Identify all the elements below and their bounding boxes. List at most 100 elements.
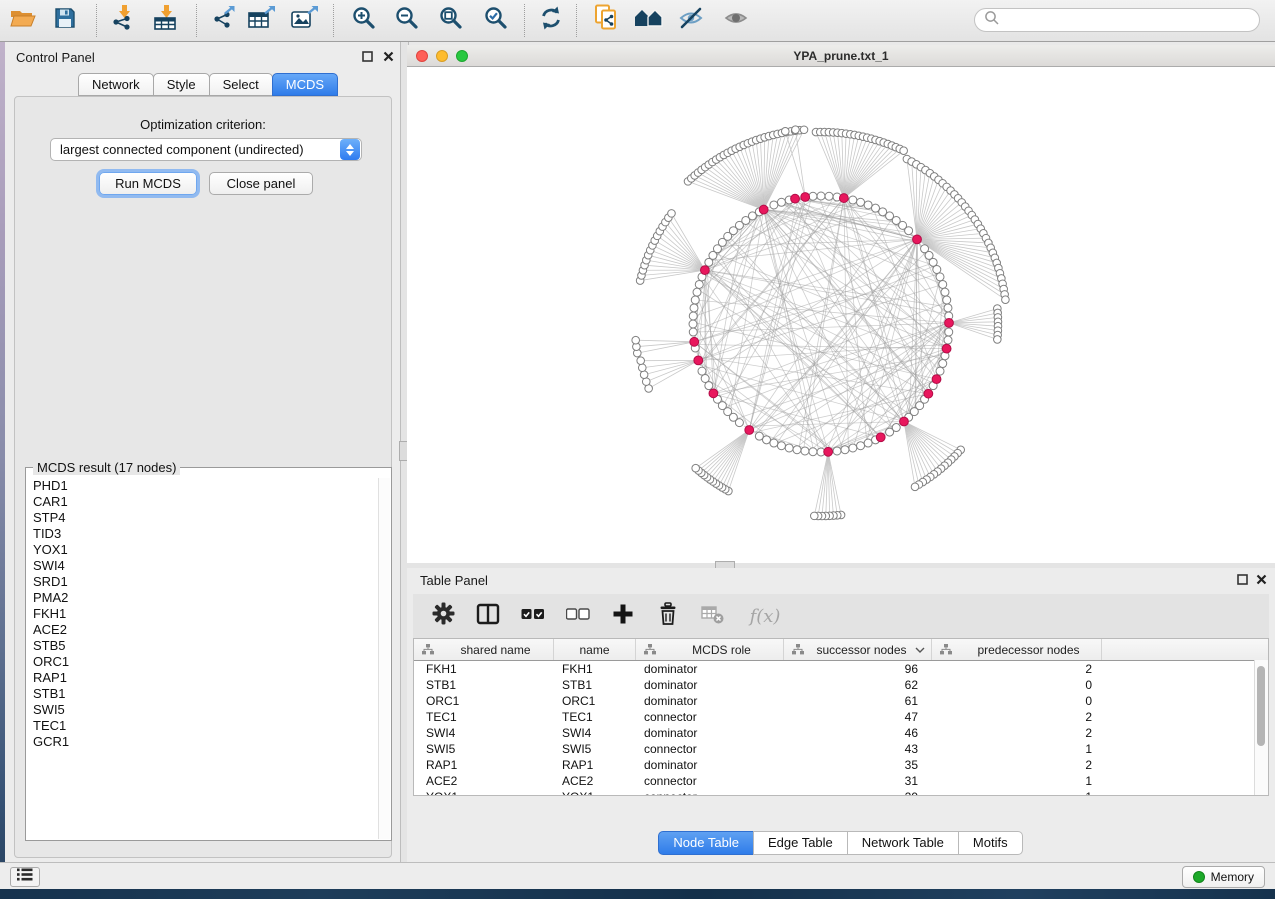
mcds-result-item[interactable]: PHD1	[33, 478, 379, 494]
close-panel-button[interactable]	[382, 50, 394, 62]
table-row[interactable]: ACE2ACE2connector311	[414, 773, 1268, 789]
search-input[interactable]	[1005, 12, 1259, 29]
zoom-out-icon	[394, 5, 420, 36]
column-header-predecessor-nodes[interactable]: predecessor nodes	[932, 639, 1102, 660]
deselect-all-button[interactable]	[564, 602, 592, 630]
mcds-list-scrollbar[interactable]	[378, 478, 390, 839]
tab-select[interactable]: Select	[209, 73, 273, 96]
table-row[interactable]: ORC1ORC1dominator610	[414, 693, 1268, 709]
mcds-result-list[interactable]: PHD1CAR1STP4TID3YOX1SWI4SRD1PMA2FKH1ACE2…	[27, 478, 379, 839]
network-titlebar[interactable]: YPA_prune.txt_1	[407, 45, 1275, 67]
mcds-result-item[interactable]: PMA2	[33, 590, 379, 606]
tab-node-table[interactable]: Node Table	[658, 831, 754, 855]
network-graph[interactable]	[407, 66, 1275, 563]
mcds-result-item[interactable]: ACE2	[33, 622, 379, 638]
mcds-result-item[interactable]: SWI5	[33, 702, 379, 718]
tab-motifs[interactable]: Motifs	[958, 831, 1023, 855]
zoom-out-button[interactable]	[389, 2, 425, 38]
checked-boxes-icon	[521, 607, 545, 626]
import-table-button[interactable]	[148, 2, 184, 38]
mcds-result-item[interactable]: CAR1	[33, 494, 379, 510]
status-bar: Memory	[0, 862, 1275, 889]
mcds-result-item[interactable]: FKH1	[33, 606, 379, 622]
column-header-MCDS-role[interactable]: MCDS role	[636, 639, 784, 660]
table-row[interactable]: RAP1RAP1dominator352	[414, 757, 1268, 773]
cell: STB1	[554, 678, 636, 692]
cell: dominator	[636, 726, 784, 740]
table-settings-button[interactable]	[429, 602, 457, 630]
mcds-result-title: MCDS result (17 nodes)	[33, 460, 180, 475]
open-file-button[interactable]	[4, 2, 40, 38]
mcds-result-item[interactable]: STB5	[33, 638, 379, 654]
node-table[interactable]: shared namenameMCDS rolesuccessor nodesp…	[413, 638, 1269, 796]
mcds-result-item[interactable]: TID3	[33, 526, 379, 542]
tab-network[interactable]: Network	[78, 73, 154, 96]
table-toolbar: f(x)	[413, 594, 1269, 638]
float-panel-button[interactable]	[361, 50, 373, 62]
delete-column-button[interactable]	[654, 602, 682, 630]
run-mcds-button[interactable]: Run MCDS	[99, 172, 197, 195]
table-row[interactable]: TEC1TEC1connector472	[414, 709, 1268, 725]
mcds-result-item[interactable]: RAP1	[33, 670, 379, 686]
search-field[interactable]	[974, 8, 1260, 32]
cell: 1	[932, 790, 1102, 796]
mcds-result-item[interactable]: SRD1	[33, 574, 379, 590]
refresh-icon	[538, 5, 564, 36]
export-network-button[interactable]	[207, 2, 243, 38]
mcds-result-item[interactable]: STB1	[33, 686, 379, 702]
table-scrollbar[interactable]	[1254, 660, 1268, 795]
network-window-title: YPA_prune.txt_1	[407, 49, 1275, 63]
hide-details-button[interactable]	[674, 2, 710, 38]
column-header-name[interactable]: name	[554, 639, 636, 660]
select-all-button[interactable]	[519, 602, 547, 630]
column-header-successor-nodes[interactable]: successor nodes	[784, 639, 932, 660]
network-canvas[interactable]	[407, 66, 1275, 563]
show-columns-button[interactable]	[474, 602, 502, 630]
column-header-shared-name[interactable]: shared name	[414, 639, 554, 660]
mcds-result-item[interactable]: GCR1	[33, 734, 379, 750]
mcds-result-item[interactable]: TEC1	[33, 718, 379, 734]
zoom-in-button[interactable]	[346, 2, 382, 38]
export-network-icon	[211, 5, 239, 36]
tab-style[interactable]: Style	[153, 73, 210, 96]
mcds-result-item[interactable]: YOX1	[33, 542, 379, 558]
fx-icon: f(x)	[750, 606, 781, 627]
float-table-panel-button[interactable]	[1236, 573, 1248, 585]
memory-button[interactable]: Memory	[1182, 866, 1265, 888]
tab-network-table[interactable]: Network Table	[847, 831, 959, 855]
function-builder-button[interactable]: f(x)	[744, 602, 786, 630]
export-table-button[interactable]	[244, 2, 280, 38]
cell: 35	[784, 758, 932, 772]
control-panel-tabs: NetworkStyleSelectMCDS	[79, 73, 338, 96]
zoom-fit-button[interactable]	[433, 2, 469, 38]
add-column-button[interactable]	[609, 602, 637, 630]
houses-icon	[633, 6, 665, 35]
mcds-result-item[interactable]: ORC1	[33, 654, 379, 670]
criterion-dropdown[interactable]: largest connected component (undirected)	[50, 138, 362, 161]
table-row[interactable]: YOX1YOX1connector291	[414, 789, 1268, 796]
close-table-panel-button[interactable]	[1255, 573, 1267, 585]
export-image-button[interactable]	[287, 2, 323, 38]
search-icon	[984, 10, 1000, 31]
table-row[interactable]: SWI5SWI5connector431	[414, 741, 1268, 757]
delete-table-button[interactable]	[699, 602, 727, 630]
import-network-button[interactable]	[106, 2, 142, 38]
mcds-result-item[interactable]: STP4	[33, 510, 379, 526]
close-panel-button-mcds[interactable]: Close panel	[209, 172, 313, 195]
copy-network-style-button[interactable]	[589, 2, 625, 38]
cell: connector	[636, 742, 784, 756]
table-row[interactable]: STB1STB1dominator620	[414, 677, 1268, 693]
tab-mcds[interactable]: MCDS	[272, 73, 338, 96]
first-neighbors-button[interactable]	[631, 2, 667, 38]
tab-edge-table[interactable]: Edge Table	[753, 831, 848, 855]
save-session-button[interactable]	[47, 2, 83, 38]
mcds-result-item[interactable]: SWI4	[33, 558, 379, 574]
show-details-button[interactable]	[719, 2, 755, 38]
table-row[interactable]: SWI4SWI4dominator462	[414, 725, 1268, 741]
zoom-selected-button[interactable]	[478, 2, 514, 38]
open-folder-icon	[8, 6, 36, 35]
scrollbar-thumb[interactable]	[1257, 666, 1265, 746]
refresh-view-button[interactable]	[533, 2, 569, 38]
task-history-button[interactable]	[10, 867, 40, 887]
table-row[interactable]: FKH1FKH1dominator962	[414, 661, 1268, 677]
